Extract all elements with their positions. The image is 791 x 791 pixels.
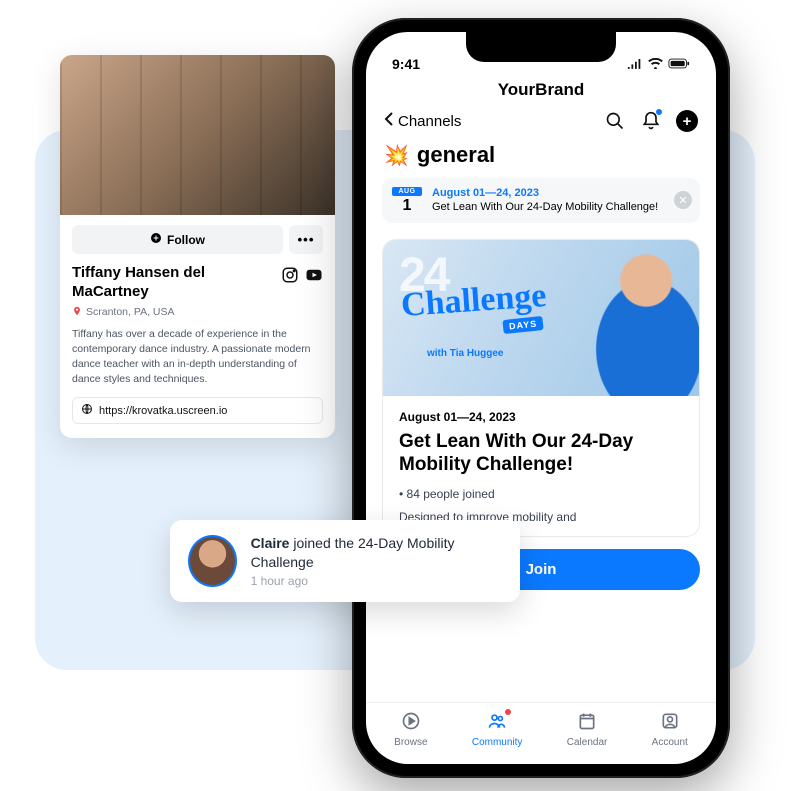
- plus-icon: +: [676, 110, 698, 132]
- phone-frame: 9:41 YourBrand Channels: [352, 18, 730, 778]
- pinned-title: August 01—24, 2023: [432, 186, 658, 200]
- search-icon[interactable]: [604, 110, 626, 132]
- toast-time: 1 hour ago: [251, 574, 502, 588]
- profile-card: Follow ••• Tiffany Hansen del MaCartney …: [60, 55, 335, 438]
- pinned-banner[interactable]: AUG 1 August 01—24, 2023 Get Lean With O…: [382, 178, 700, 223]
- tab-browse[interactable]: Browse: [394, 711, 427, 748]
- status-time: 9:41: [392, 56, 420, 72]
- dots-icon: •••: [298, 232, 315, 247]
- back-button[interactable]: Channels: [384, 111, 461, 131]
- day-number: 1: [392, 198, 422, 214]
- channel-header: 💥 general: [366, 136, 716, 178]
- tab-account[interactable]: Account: [652, 711, 688, 748]
- channel-name: general: [417, 142, 495, 168]
- calendar-icon: [577, 711, 597, 734]
- joined-count: 84 people joined: [407, 487, 495, 501]
- follow-label: Follow: [167, 233, 205, 247]
- follow-button[interactable]: Follow: [72, 225, 283, 254]
- toast-user: Claire: [251, 535, 290, 551]
- profile-hero-image: [60, 55, 335, 215]
- phone-screen: 9:41 YourBrand Channels: [366, 32, 716, 764]
- profile-name: Tiffany Hansen del MaCartney: [72, 264, 273, 302]
- wifi-icon: [648, 58, 663, 72]
- bell-icon[interactable]: [640, 110, 662, 132]
- close-icon[interactable]: ✕: [674, 191, 692, 209]
- card-hero: 24 Challenge DAYS with Tia Huggee: [383, 240, 699, 396]
- tab-label: Calendar: [567, 737, 608, 748]
- tab-label: Community: [472, 737, 523, 748]
- website-url: https://krovatka.uscreen.io: [99, 405, 227, 417]
- card-title: Get Lean With Our 24-Day Mobility Challe…: [399, 430, 683, 478]
- challenge-card[interactable]: 24 Challenge DAYS with Tia Huggee August…: [382, 239, 700, 537]
- community-icon: [487, 711, 507, 734]
- toast-text: Claire joined the 24-Day Mobility Challe…: [251, 534, 502, 572]
- profile-bio: Tiffany has over a decade of experience …: [72, 327, 323, 388]
- activity-toast[interactable]: Claire joined the 24-Day Mobility Challe…: [170, 520, 520, 602]
- hero-days-tag: DAYS: [502, 316, 543, 334]
- tab-bar: Browse Community Calendar Account: [366, 702, 716, 764]
- battery-icon: [668, 58, 690, 72]
- chevron-left-icon: [384, 111, 394, 131]
- tab-calendar[interactable]: Calendar: [567, 711, 608, 748]
- hero-person-image: [565, 240, 700, 396]
- tab-community[interactable]: Community: [472, 711, 523, 748]
- tab-label: Account: [652, 737, 688, 748]
- globe-icon: [81, 403, 93, 418]
- map-pin-icon: [72, 306, 82, 319]
- brand-title: YourBrand: [366, 74, 716, 104]
- back-label: Channels: [398, 113, 461, 130]
- youtube-icon[interactable]: [305, 266, 323, 284]
- notification-dot: [656, 109, 662, 115]
- hero-with-text: with Tia Huggee: [427, 348, 504, 359]
- tab-label: Browse: [394, 737, 427, 748]
- website-link[interactable]: https://krovatka.uscreen.io: [72, 397, 323, 424]
- location-text: Scranton, PA, USA: [86, 306, 175, 318]
- account-icon: [660, 711, 680, 734]
- add-button[interactable]: +: [676, 110, 698, 132]
- pinned-subtitle: Get Lean With Our 24-Day Mobility Challe…: [432, 200, 658, 214]
- signal-icon: [627, 58, 643, 72]
- more-button[interactable]: •••: [289, 225, 323, 254]
- avatar: [188, 535, 237, 587]
- location-row: Scranton, PA, USA: [72, 306, 323, 319]
- plus-circle-icon: [150, 232, 162, 247]
- play-circle-icon: [401, 711, 421, 734]
- notch: [466, 32, 616, 62]
- channel-emoji: 💥: [384, 143, 409, 168]
- join-label: Join: [526, 561, 557, 578]
- date-chip: AUG 1: [392, 187, 422, 214]
- instagram-icon[interactable]: [281, 266, 299, 284]
- month-tag: AUG: [392, 187, 422, 196]
- card-date: August 01—24, 2023: [399, 410, 683, 424]
